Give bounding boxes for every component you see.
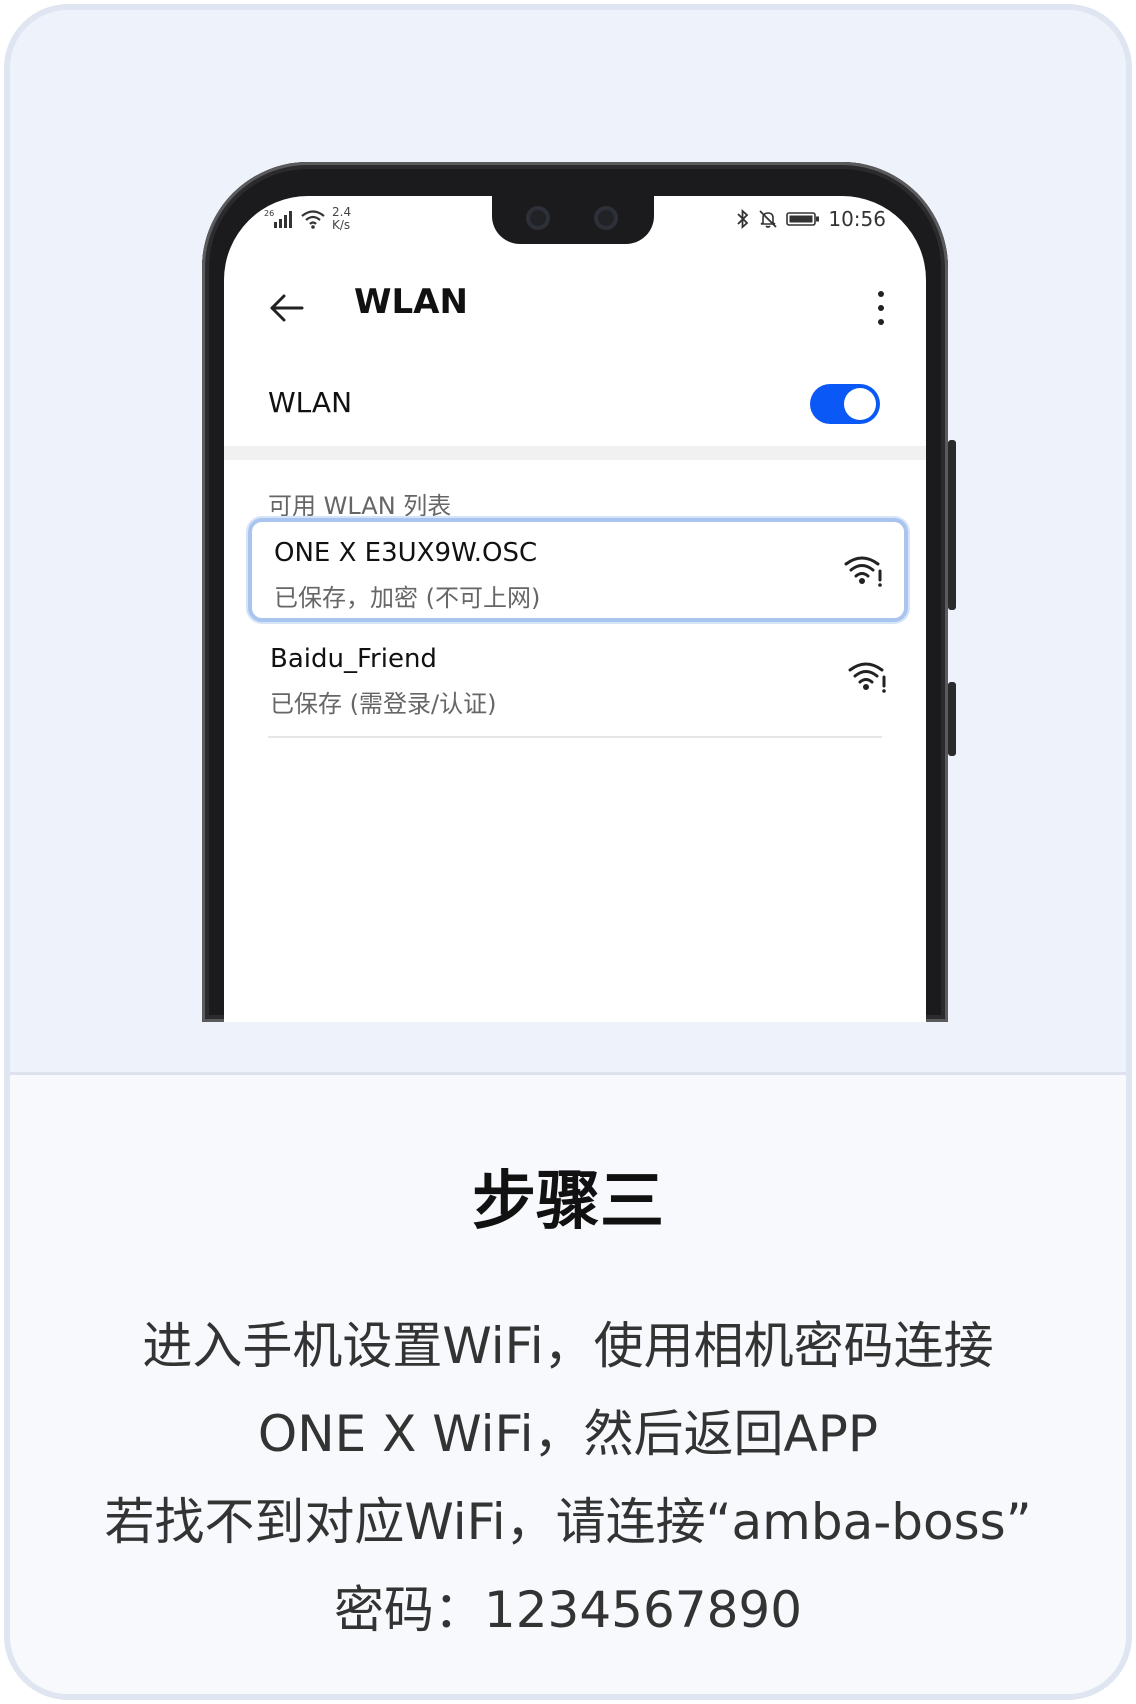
- phone-volume-button: [948, 440, 956, 610]
- more-options-button[interactable]: [866, 286, 896, 330]
- wifi-warning-icon: [848, 662, 886, 693]
- phone-power-button: [948, 682, 956, 756]
- instruction-line-2: ONE X WiFi，然后返回APP: [257, 1405, 879, 1463]
- front-camera-icon: [526, 206, 550, 230]
- svg-text:26: 26: [264, 209, 274, 218]
- step-title: 步骤三: [472, 1165, 664, 1239]
- more-dot-icon: [878, 305, 884, 311]
- front-sensor-icon: [594, 206, 618, 230]
- bluetooth-icon: [737, 209, 749, 229]
- back-arrow-icon: [270, 294, 304, 322]
- network-item-baidu-friend[interactable]: Baidu_Friend 已保存 (需登录/认证): [248, 628, 908, 732]
- phone-mockup: 26 2.4 K/s 10:56 WLAN WLAN 可用 WLAN 列表 ON…: [202, 162, 956, 1022]
- battery-icon: [786, 212, 820, 226]
- instruction-line-1: 进入手机设置WiFi，使用相机密码连接: [142, 1317, 994, 1375]
- list-divider: [268, 736, 882, 738]
- wlan-toggle-row[interactable]: WLAN: [224, 364, 926, 444]
- toggle-knob: [844, 388, 876, 420]
- network-name: ONE X E3UX9W.OSC: [274, 538, 538, 568]
- more-dot-icon: [878, 319, 884, 325]
- cellular-signal-icon: 26: [264, 209, 292, 228]
- camera-notch: [492, 196, 654, 244]
- status-time: 10:56: [828, 207, 886, 231]
- phone-screen: 26 2.4 K/s 10:56 WLAN WLAN 可用 WLAN 列表 ON…: [224, 196, 926, 1022]
- wlan-toggle-label: WLAN: [268, 386, 353, 419]
- illustration-area: 26 2.4 K/s 10:56 WLAN WLAN 可用 WLAN 列表 ON…: [10, 10, 1126, 1072]
- network-name: Baidu_Friend: [270, 644, 437, 674]
- step-card: 26 2.4 K/s 10:56 WLAN WLAN 可用 WLAN 列表 ON…: [4, 4, 1132, 1700]
- network-status: 已保存 (需登录/认证): [270, 690, 497, 718]
- network-speed: 2.4 K/s: [332, 206, 351, 232]
- status-bar-left: 26 2.4 K/s: [264, 204, 351, 234]
- section-divider: [224, 446, 926, 460]
- available-networks-label: 可用 WLAN 列表: [268, 492, 452, 520]
- wifi-warning-icon: [844, 556, 882, 587]
- network-item-one-x[interactable]: ONE X E3UX9W.OSC 已保存，加密 (不可上网): [248, 518, 908, 622]
- network-status: 已保存，加密 (不可上网): [274, 584, 541, 612]
- app-bar: WLAN: [224, 268, 926, 348]
- status-bar-right: 10:56: [736, 204, 886, 234]
- mute-bell-icon: [759, 210, 777, 228]
- page-title: WLAN: [354, 282, 468, 322]
- instruction-line-4: 密码：1234567890: [333, 1581, 803, 1639]
- wlan-toggle-switch[interactable]: [810, 384, 880, 424]
- wifi-status-icon: [301, 210, 325, 229]
- network-speed-unit: K/s: [332, 218, 351, 232]
- more-dot-icon: [878, 291, 884, 297]
- instruction-line-3: 若找不到对应WiFi，请连接“amba-boss”: [104, 1493, 1032, 1551]
- back-button[interactable]: [264, 286, 308, 330]
